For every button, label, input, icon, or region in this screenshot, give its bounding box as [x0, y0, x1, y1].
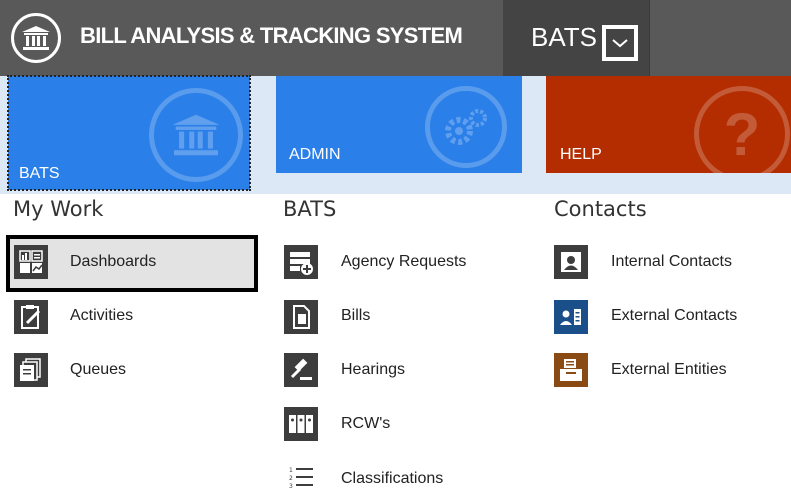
menu-label-queues: Queues	[70, 361, 127, 378]
tile-help[interactable]: ? HELP	[546, 76, 791, 173]
binders-icon	[284, 407, 318, 441]
capitol-building-icon	[11, 13, 61, 63]
tile-admin-label: ADMIN	[289, 146, 341, 163]
svg-text:2: 2	[289, 475, 293, 482]
menu-label-internal-contacts: Internal Contacts	[611, 253, 732, 270]
section-heading-my-work: My Work	[13, 197, 104, 221]
dashboard-icon	[14, 245, 48, 279]
menu-label-dashboards: Dashboards	[70, 253, 157, 270]
gavel-icon	[284, 353, 318, 387]
menu-label-external-contacts: External Contacts	[611, 307, 738, 324]
menu-label-hearings: Hearings	[341, 361, 406, 378]
add-request-icon	[284, 245, 318, 279]
numbered-list-icon: 1 2 3	[284, 461, 318, 495]
chevron-down-icon	[612, 39, 628, 48]
question-icon: ?	[694, 86, 790, 173]
section-heading-contacts: Contacts	[554, 197, 647, 221]
document-icon	[284, 300, 318, 334]
menu-label-classifications: Classifications	[341, 470, 444, 487]
tile-help-label: HELP	[560, 146, 602, 163]
building-folder-icon	[554, 353, 588, 387]
menu-label-external-entities: External Entities	[611, 361, 727, 378]
capitol-building-icon	[149, 88, 243, 182]
clipboard-edit-icon	[14, 300, 48, 334]
address-book-icon	[554, 300, 588, 334]
section-heading-bats: BATS	[283, 197, 337, 221]
module-label: BATS	[531, 22, 597, 52]
app-title: BILL ANALYSIS & TRACKING SYSTEM	[80, 23, 463, 48]
menu-label-rcws: RCW's	[341, 415, 391, 432]
svg-text:1: 1	[289, 467, 293, 474]
menu-label-bills: Bills	[341, 307, 371, 324]
top-bar: BILL ANALYSIS & TRACKING SYSTEM BATS	[0, 0, 791, 76]
tile-bats[interactable]: BATS	[7, 75, 251, 191]
svg-text:3: 3	[289, 483, 293, 490]
module-dropdown-button[interactable]	[602, 25, 638, 61]
contact-card-icon	[554, 245, 588, 279]
stacked-documents-icon	[14, 353, 48, 387]
gears-icon	[425, 86, 507, 168]
tile-admin[interactable]: ADMIN	[276, 76, 522, 173]
menu-label-agency-requests: Agency Requests	[341, 253, 467, 270]
tile-bats-label: BATS	[19, 165, 60, 182]
menu-label-activities: Activities	[70, 307, 134, 324]
